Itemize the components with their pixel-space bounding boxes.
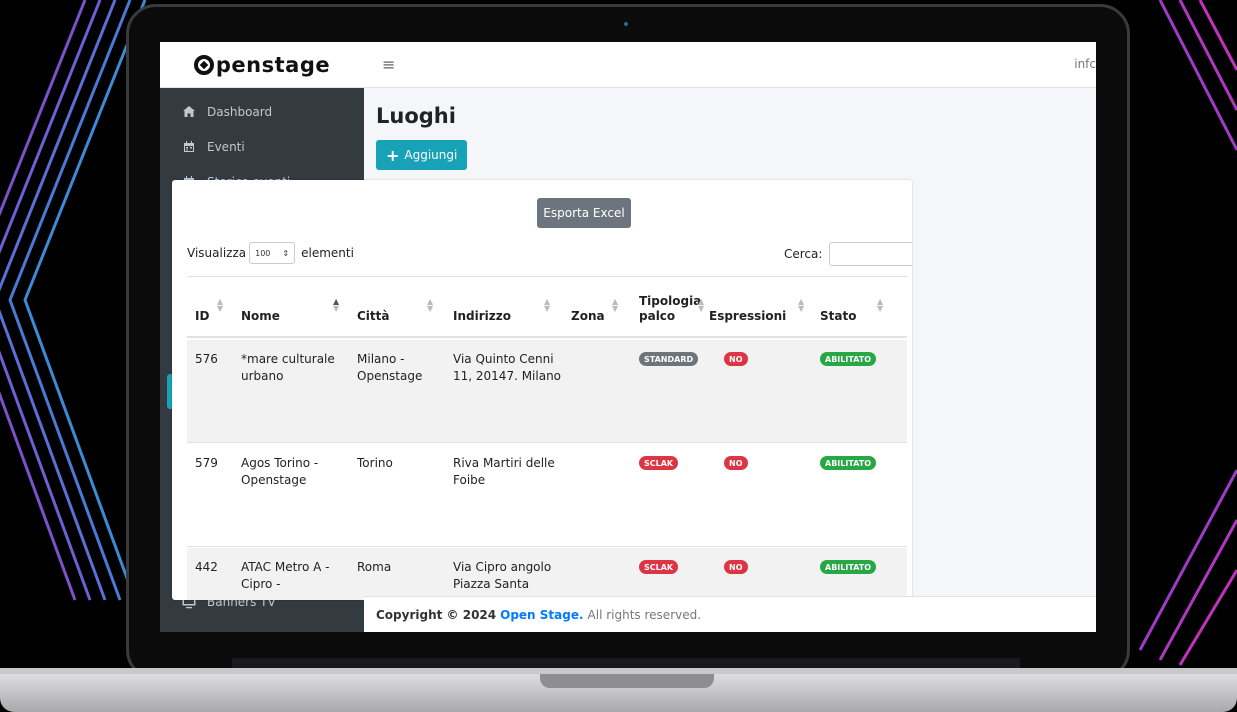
cell-indirizzo: Via Quinto Cenni 11, 20147. Milano [453,352,562,383]
palco-badge: STANDARD [639,352,699,366]
search-label: Cerca: [784,247,823,261]
add-button-label: Aggiungi [404,148,458,162]
table-row[interactable]: 442 ATAC Metro A - Cipro - Roma Via Cipro a… [187,548,907,600]
cell-id: 579 [195,456,218,470]
logo-mark-icon [193,54,214,75]
sidebar-item-dashboard[interactable]: Dashboard [167,94,357,129]
page-title: Luoghi [376,104,456,128]
sidebar-item-label: Eventi [207,139,245,154]
column-header-5[interactable]: Tipologia palco [639,294,707,324]
sort-arrows-icon: ▲ ▼ [877,297,884,313]
sort-arrows-icon: ▲ ▼ [333,297,340,313]
table-row[interactable]: 579 Agos Torino - Openstage Torino Riva Mar… [187,444,907,547]
column-header-4[interactable]: Zona [571,309,631,324]
sort-arrows-icon: ▲ ▼ [612,297,619,313]
footer: Copyright © 2024 Open Stage. All rights … [364,596,1096,632]
sidebar-item-label: Dashboard [207,104,273,119]
espressioni-badge: NO [724,456,748,470]
plus-icon: + [386,145,400,165]
topbar: ≡ infc [364,42,1096,88]
camera-dot [624,22,628,26]
palco-badge: SCLAK [639,456,679,470]
divider [187,276,907,277]
export-excel-button[interactable]: Esporta Excel [537,198,631,228]
sort-arrows-icon: ▲ ▼ [427,297,434,313]
home-icon [181,105,197,119]
user-name[interactable]: infc [1074,57,1096,71]
page-length-control: Visualizza 100 ⇕ elementi [187,242,354,264]
palco-badge: SCLAK [639,560,679,574]
table-header: ID ▲ ▼ Nome ▲ ▼ Città ▲ ▼ Indirizzo ▲ ▼ Zona ▲ ▼ Tipolo… [187,280,907,338]
brand-text: penstage [215,52,331,77]
espressioni-badge: NO [724,352,748,366]
brand-logo[interactable]: penstage [160,42,364,88]
places-card: Esporta Excel Visualizza 100 ⇕ elementi C… [172,180,912,600]
page-length-suffix: elementi [301,246,354,260]
sort-arrows-icon: ▲ ▼ [544,297,551,313]
app-screen: penstage DashboardEventiStorico eventiOr… [160,42,1096,632]
laptop-mockup: penstage DashboardEventiStorico eventiOr… [0,0,1237,712]
page-length-select[interactable]: 100 ⇕ [249,242,296,264]
sidebar-item-eventi[interactable]: Eventi [167,129,357,164]
add-button[interactable]: + Aggiungi [376,140,468,170]
footer-rights: All rights reserved. [587,607,702,622]
page-length-prefix: Visualizza [187,246,247,260]
stato-badge: ABILITATO [820,352,877,366]
column-header-0[interactable]: ID [195,309,235,324]
cell-citta: Torino [357,456,393,470]
sort-arrows-icon: ▲ ▼ [217,297,224,313]
laptop-notch [540,674,714,688]
footer-brand-link[interactable]: Open Stage. [500,608,583,622]
search-input[interactable] [829,242,912,266]
table-row[interactable]: 576 *mare culturale urbano Milano - Openst… [187,340,907,443]
calendar-icon [181,140,197,154]
cell-citta: Milano - Openstage [357,352,423,383]
cell-id: 576 [195,352,218,366]
sort-arrows-icon: ▲ ▼ [798,297,805,313]
sort-arrows-icon: ▲ ▼ [698,297,705,313]
column-header-2[interactable]: Città [357,309,447,324]
stato-badge: ABILITATO [820,456,877,470]
search-control: Cerca: [784,242,912,266]
cell-id: 442 [195,560,218,574]
espressioni-badge: NO [724,560,748,574]
footer-copyright: Copyright © 2024 [376,607,497,622]
cell-citta: Roma [357,560,392,574]
menu-toggle-icon[interactable]: ≡ [382,55,395,74]
stato-badge: ABILITATO [820,560,877,574]
cell-indirizzo: Riva Martiri delle Foibe [453,456,555,487]
cell-nome: Agos Torino - Openstage [241,456,319,487]
cell-indirizzo: Via Cipro angolo Piazza Santa [453,560,552,591]
select-arrows-icon: ⇕ [282,248,290,258]
cell-nome: ATAC Metro A - Cipro - [241,560,330,591]
cell-nome: *mare culturale urbano [241,352,335,383]
